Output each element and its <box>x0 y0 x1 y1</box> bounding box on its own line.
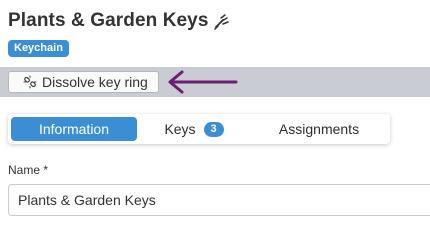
page-title: Plants & Garden Keys <box>8 10 209 31</box>
dissolve-key-ring-button[interactable]: Dissolve key ring <box>8 71 159 93</box>
dissolve-key-ring-label: Dissolve key ring <box>42 74 148 90</box>
name-field-label: Name * <box>8 163 49 177</box>
tab-keys[interactable]: Keys 3 <box>156 117 232 141</box>
tab-information-label: Information <box>38 121 110 137</box>
type-badge: Keychain <box>8 40 69 57</box>
title-row: Plants & Garden Keys <box>8 10 231 32</box>
tabs-bar: Information Keys 3 Assignments <box>8 114 390 144</box>
tab-assignments-label: Assignments <box>278 121 360 137</box>
unlink-icon <box>23 75 37 89</box>
unlinked-key-icon <box>213 13 231 31</box>
keys-count-badge: 3 <box>203 121 224 137</box>
tab-information[interactable]: Information <box>11 117 137 141</box>
tab-assignments[interactable]: Assignments <box>263 117 375 141</box>
annotation-arrow <box>168 70 238 94</box>
tab-keys-label: Keys <box>164 121 196 137</box>
name-field[interactable] <box>8 184 430 216</box>
